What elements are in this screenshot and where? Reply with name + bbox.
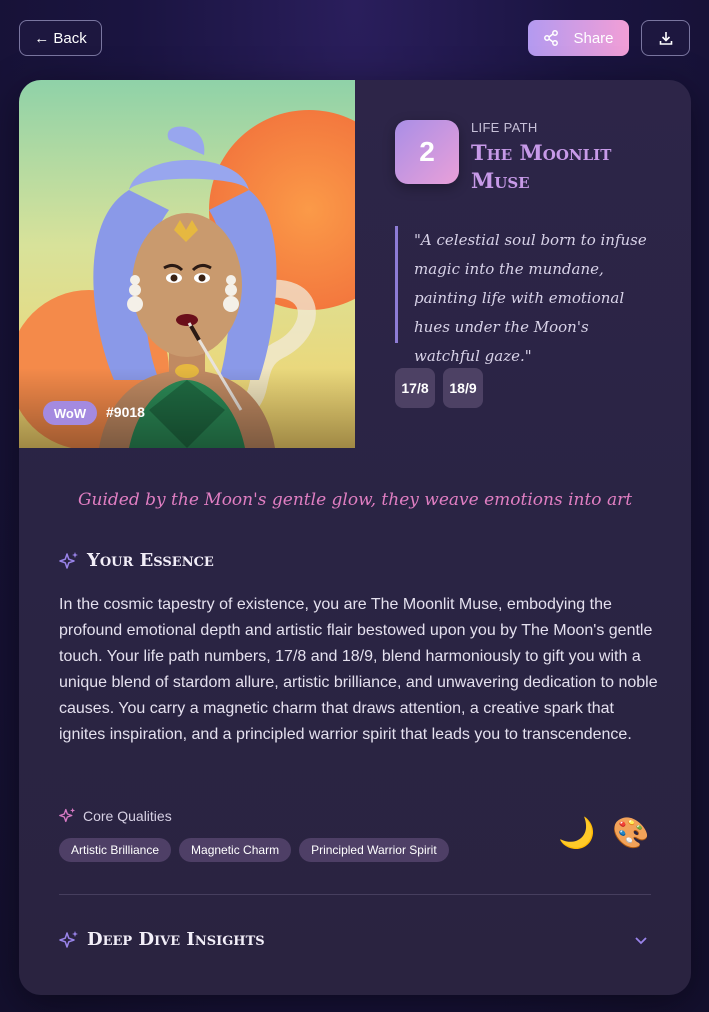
character-artwork: WoW #9018 [19, 80, 355, 448]
quality-chip: Principled Warrior Spirit [299, 838, 449, 862]
sparkle-icon [59, 930, 78, 948]
download-icon [659, 32, 672, 45]
quality-chip: Artistic Brilliance [59, 838, 172, 862]
deep-dive-toggle[interactable]: Deep Dive Insights [59, 929, 265, 950]
collection-badge: WoW [43, 401, 97, 425]
share-button[interactable]: Share [528, 20, 629, 56]
token-id: #9018 [106, 404, 145, 420]
archetype-quote: "A celestial soul born to infuse magic i… [395, 226, 657, 365]
palette-emoji: 🎨 [612, 817, 650, 850]
chevron-down-icon[interactable] [633, 932, 649, 948]
download-button[interactable] [641, 20, 690, 56]
back-button[interactable]: ← Back [19, 20, 102, 56]
sparkle-icon [59, 807, 76, 823]
section-divider [59, 894, 651, 895]
essence-heading-label: Your Essence [87, 550, 214, 571]
essence-text: In the cosmic tapestry of existence, you… [59, 596, 658, 743]
share-label: Share [573, 29, 614, 47]
deep-dive-heading-label: Deep Dive Insights [87, 929, 265, 950]
life-path-number: 2 [395, 120, 459, 184]
life-path-number-chip: 18/9 [443, 368, 483, 408]
core-qualities-label: Core Qualities [83, 807, 172, 824]
profile-card: WoW #9018 2 LIFE PATH The Moonlit Muse "… [19, 80, 691, 995]
life-path-label: LIFE PATH [471, 120, 538, 135]
share-icon [544, 30, 559, 46]
quality-chip: Magnetic Charm [179, 838, 292, 862]
essence-heading: Your Essence [59, 550, 214, 571]
core-qualities-list: Artistic Brilliance Magnetic Charm Princ… [59, 838, 449, 862]
life-path-number-chip: 17/8 [395, 368, 435, 408]
core-qualities-heading: Core Qualities [59, 807, 172, 824]
archetype-title: The Moonlit Muse [471, 140, 612, 193]
sparkle-icon [59, 551, 78, 569]
moon-emoji: 🌙 [558, 817, 596, 850]
tagline: Guided by the Moon's gentle glow, they w… [77, 490, 633, 510]
